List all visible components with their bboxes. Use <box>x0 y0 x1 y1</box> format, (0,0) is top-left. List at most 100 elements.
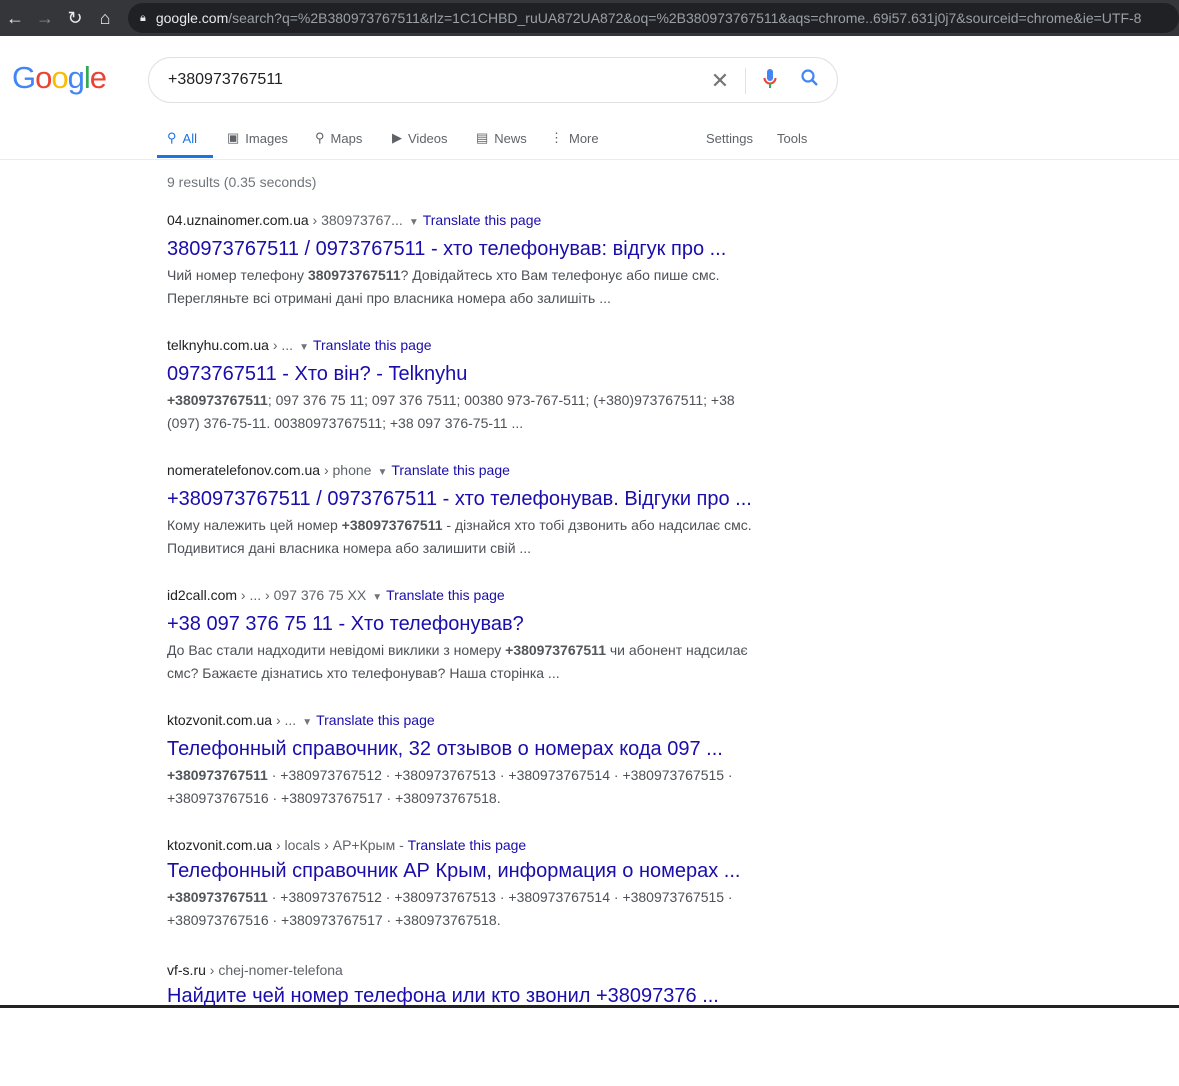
tab-videos[interactable]: ▶ Videos <box>392 128 448 148</box>
search-result: nomeratelefonov.com.ua › phone ▼ Translate… <box>167 461 767 586</box>
result-title[interactable]: Телефонный справочник АР Крым, информаци… <box>167 858 767 884</box>
result-path: › ... › 097 376 75 XX <box>237 587 367 603</box>
home-icon[interactable]: ⌂ <box>90 8 120 29</box>
translate-link[interactable]: Translate this page <box>408 837 527 853</box>
tools-label: Tools <box>777 130 808 146</box>
result-site: 04.uznainomer.com.ua <box>167 212 309 228</box>
tab-images[interactable]: ▣ Images <box>227 128 288 148</box>
tab-label: Images <box>245 130 288 146</box>
active-tab-indicator <box>157 155 213 158</box>
caret-down-icon[interactable]: ▼ <box>377 467 387 478</box>
clear-icon[interactable]: ✕ <box>707 68 733 94</box>
forward-icon[interactable]: → <box>30 8 60 29</box>
result-url: ktozvonit.com.ua › locals › АР+Крым - Tr… <box>167 836 767 854</box>
result-snippet: Чий номер телефону 380973767511? Довідай… <box>167 264 767 310</box>
search-result: telknyhu.com.ua › ... ▼ Translate this pag… <box>167 336 767 461</box>
snippet-highlight: +380973767511 <box>167 392 268 408</box>
search-icon: ⚲ <box>167 130 177 145</box>
address-bar[interactable]: 🔒︎ google.com/search?q=%2B380973767511&r… <box>128 3 1179 33</box>
browser-toolbar: ← → ↻ ⌂ 🔒︎ google.com/search?q=%2B380973… <box>0 0 1179 36</box>
snippet-highlight: +380973767511 <box>341 517 443 533</box>
url-host: google.com <box>155 10 229 26</box>
caret-down-icon[interactable]: ▼ <box>299 342 309 353</box>
search-result: ktozvonit.com.ua › ... ▼ Translate this pa… <box>167 711 767 836</box>
result-title[interactable]: +38 097 376 75 11 - Хто телефонував? <box>167 611 767 637</box>
search-result: ktozvonit.com.ua › locals › АР+Крым - Tr… <box>167 836 767 961</box>
tools-button[interactable]: Tools <box>777 128 807 148</box>
tab-label: News <box>494 130 527 146</box>
result-snippet: До Вас стали надходити невідомі виклики … <box>167 639 767 685</box>
caret-down-icon[interactable]: ▼ <box>302 717 312 728</box>
result-path: › ... <box>268 337 294 353</box>
tab-label: Maps <box>330 130 363 146</box>
back-icon[interactable]: ← <box>0 8 30 29</box>
search-result: vf-s.ru › chej-nomer-telefona Найдите чей… <box>167 961 767 1086</box>
result-stats: 9 results (0.35 seconds) <box>167 174 317 190</box>
url-path: /search?q=%2B380973767511&rlz=1C1CHBD_ru… <box>228 10 1142 26</box>
result-snippet: +380973767511 · +380973767512 · +3809737… <box>167 764 767 810</box>
tab-label: Videos <box>408 130 448 146</box>
divider <box>745 68 746 94</box>
result-site: telknyhu.com.ua <box>167 337 269 353</box>
result-url: ktozvonit.com.ua › ... ▼ Translate this pa… <box>167 711 767 732</box>
result-site: ktozvonit.com.ua <box>167 837 273 853</box>
translate-link[interactable]: Translate this page <box>423 212 542 228</box>
more-icon: ⋮ <box>550 130 563 145</box>
settings-button[interactable]: Settings <box>706 128 753 148</box>
search-icon[interactable] <box>797 68 823 94</box>
search-result: 04.uznainomer.com.ua › 380973767... ▼ Tran… <box>167 211 767 336</box>
caret-down-icon[interactable]: ▼ <box>372 592 382 603</box>
news-icon: ▤ <box>476 130 489 145</box>
search-tabs: ⚲ All ▣ Images ⚲ Maps ▶ Videos ▤ News ⋮ More S… <box>0 118 1179 160</box>
result-url: id2call.com › ... › 097 376 75 XX ▼ Transl… <box>167 586 767 607</box>
result-path: › locals › АР+Крым <box>272 837 396 853</box>
google-logo[interactable]: Google <box>12 60 107 96</box>
result-title[interactable]: Телефонный справочник, 32 отзывов о номе… <box>167 736 767 762</box>
tab-news[interactable]: ▤ News <box>476 128 527 148</box>
translate-link[interactable]: Translate this page <box>391 462 510 478</box>
result-url: nomeratelefonov.com.ua › phone ▼ Translate… <box>167 461 767 482</box>
caret-down-icon[interactable]: ▼ <box>409 217 419 228</box>
result-site: id2call.com <box>167 587 238 603</box>
snippet-highlight: 380973767511 <box>307 267 401 283</box>
result-title[interactable]: +380973767511 / 0973767511 - хто телефон… <box>167 486 767 512</box>
translate-link[interactable]: Translate this page <box>316 712 435 728</box>
translate-link[interactable]: Translate this page <box>386 587 505 603</box>
reload-icon[interactable]: ↻ <box>60 8 90 29</box>
result-path: › chej-nomer-telefona <box>205 962 343 978</box>
result-url: 04.uznainomer.com.ua › 380973767... ▼ Tran… <box>167 211 767 232</box>
result-site: nomeratelefonov.com.ua <box>167 462 321 478</box>
result-site: ktozvonit.com.ua <box>167 712 273 728</box>
result-site: vf-s.ru <box>167 962 206 978</box>
snippet-text: До Вас стали надходити невідомі виклики … <box>167 642 506 658</box>
tab-label: More <box>569 130 599 146</box>
snippet-text: Чий номер телефону <box>167 267 308 283</box>
search-result: id2call.com › ... › 097 376 75 XX ▼ Transl… <box>167 586 767 711</box>
search-input[interactable] <box>168 71 698 89</box>
result-snippet: +380973767511 · +380973767512 · +3809737… <box>167 886 767 932</box>
result-path: › 380973767... <box>308 212 403 228</box>
result-path: › phone <box>320 462 372 478</box>
snippet-text: Кому належить цей номер <box>167 517 342 533</box>
map-pin-icon: ⚲ <box>315 130 325 145</box>
result-title[interactable]: 0973767511 - Хто він? - Telknyhu <box>167 361 767 387</box>
results-list: 04.uznainomer.com.ua › 380973767... ▼ Tran… <box>167 211 767 1086</box>
video-icon: ▶ <box>392 130 402 145</box>
tab-more[interactable]: ⋮ More <box>550 128 599 148</box>
translate-link[interactable]: Translate this page <box>313 337 432 353</box>
result-url: telknyhu.com.ua › ... ▼ Translate this pag… <box>167 336 767 357</box>
snippet-highlight: +380973767511 <box>167 889 268 905</box>
result-snippet: +380973767511; 097 376 75 11; 097 376 75… <box>167 389 767 435</box>
microphone-icon[interactable] <box>757 68 783 96</box>
result-snippet: Кому належить цей номер +380973767511 - … <box>167 514 767 560</box>
result-path: › ... <box>272 712 297 728</box>
snippet-highlight: +380973767511 <box>505 642 606 658</box>
image-icon: ▣ <box>227 130 240 145</box>
tab-maps[interactable]: ⚲ Maps <box>315 128 362 148</box>
snippet-highlight: +380973767511 <box>167 767 268 783</box>
dash: - <box>395 837 408 853</box>
tab-all[interactable]: ⚲ All <box>167 128 197 148</box>
tab-label: All <box>182 130 197 146</box>
result-title[interactable]: 380973767511 / 0973767511 - хто телефону… <box>167 236 767 262</box>
search-box: ✕ <box>148 57 838 103</box>
